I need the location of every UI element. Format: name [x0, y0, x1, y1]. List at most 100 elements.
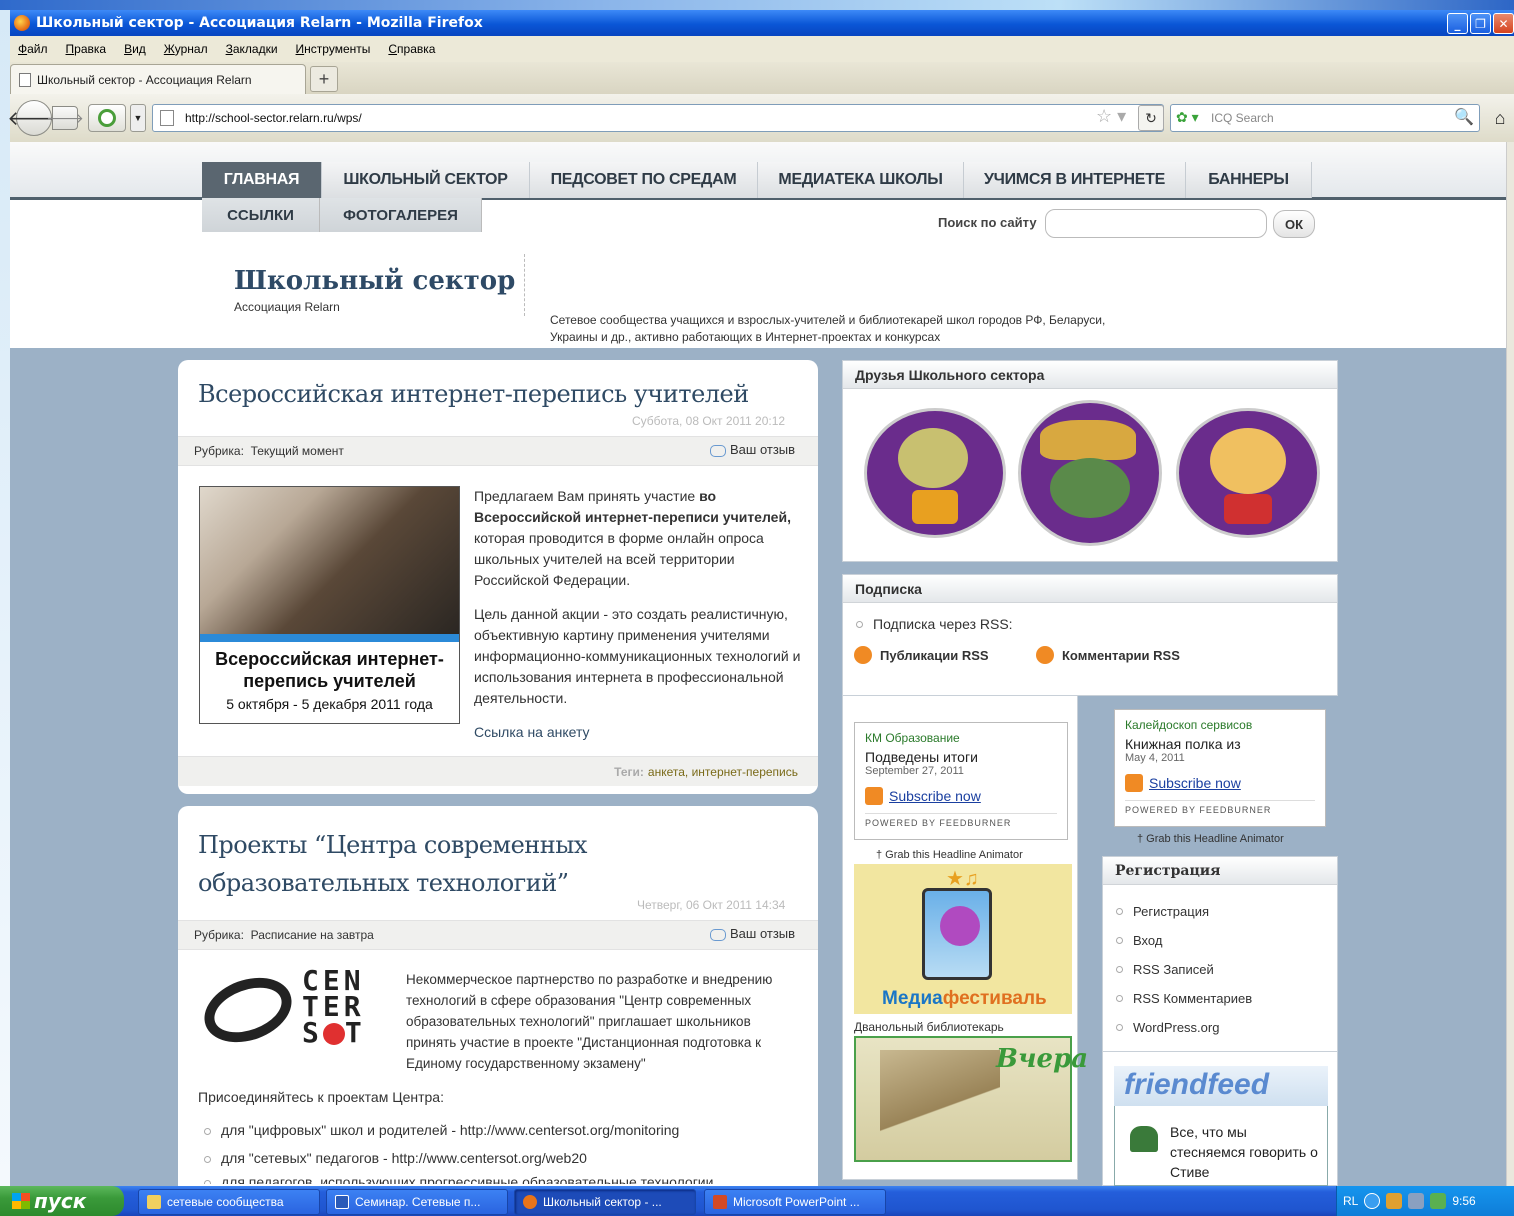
site-search-button[interactable]: ОК [1273, 210, 1315, 238]
menu-tools[interactable]: Инструменты [296, 42, 371, 56]
post-paragraph-1: Предлагаем Вам принять участие во Всерос… [474, 486, 804, 591]
download-dropdown[interactable]: ▼ [130, 104, 146, 132]
rss-icon [854, 646, 872, 664]
download-button[interactable] [88, 104, 126, 132]
reg-item[interactable]: RSS Комментариев [1116, 991, 1252, 1006]
feed-source[interactable]: КМ Образование [865, 731, 1057, 745]
menu-view[interactable]: Вид [124, 42, 146, 56]
slide-backdrop-left [0, 10, 10, 1186]
grab-animator-link[interactable]: † Grab this Headline Animator [876, 849, 1023, 861]
survey-link[interactable]: Ссылка на анкету [474, 722, 590, 743]
search-input[interactable]: ICQ Search [1170, 104, 1480, 132]
friendfeed-entry[interactable]: Все, что мы стесняемся говорить о Стиве [1170, 1122, 1320, 1184]
feed-headline[interactable]: Подведены итоги [865, 749, 1057, 765]
bullet-icon [204, 1128, 211, 1135]
nav-school-sector[interactable]: ШКОЛЬНЫЙ СЕКТОР [322, 162, 530, 198]
list-item: для "цифровых" школ и родителей - http:/… [204, 1120, 679, 1141]
reply-link[interactable]: Ваш отзыв [710, 442, 795, 457]
folder-icon [147, 1195, 161, 1209]
dvanon-caption[interactable]: Дванольный библиотекарь [854, 1020, 1004, 1034]
reg-item[interactable]: RSS Записей [1116, 962, 1214, 977]
comments-rss-link[interactable]: Комментарии RSS [1036, 646, 1180, 664]
site-identity-icon[interactable] [160, 110, 174, 126]
taskbar-item[interactable]: Семинар. Сетевые п... [326, 1189, 508, 1215]
reg-item[interactable]: Вход [1116, 933, 1162, 948]
rubric-link-2[interactable]: Расписание на завтра [251, 928, 374, 942]
scrollbar[interactable] [1506, 142, 1514, 1186]
subscribe-link[interactable]: Subscribe now [865, 787, 1057, 805]
menu-file[interactable]: Файл [18, 42, 48, 56]
tray-network-icon[interactable] [1408, 1193, 1425, 1209]
bookmark-star-icon[interactable]: ☆ ▾ [1096, 106, 1126, 127]
forward-button[interactable]: 🡒 [46, 106, 84, 130]
posts-rss-link[interactable]: Публикации RSS [854, 646, 989, 664]
icq-flower-icon[interactable]: ✿ ▾ [1176, 109, 1199, 126]
language-indicator[interactable]: RL [1343, 1194, 1358, 1208]
cartoon-girl-icon [1210, 428, 1286, 494]
tags-label: Теги: [614, 764, 644, 779]
post-title[interactable]: Всероссийская интернет-перепись учителей [198, 380, 749, 408]
menu-bookmarks[interactable]: Закладки [226, 42, 278, 56]
new-tab-button[interactable]: + [310, 66, 338, 92]
home-icon[interactable]: ⌂ [1486, 104, 1514, 132]
reload-button[interactable]: ↻ [1138, 105, 1164, 131]
search-icon[interactable]: 🔍 [1454, 107, 1474, 127]
nav-learn-online[interactable]: УЧИМСЯ В ИНТЕРНЕТЕ [964, 162, 1186, 198]
taskbar-item[interactable]: Школьный сектор - ... [514, 1189, 696, 1215]
maximize-button[interactable]: ❐ [1470, 13, 1491, 34]
item-text[interactable]: для "сетевых" педагогов - http://www.cen… [221, 1150, 587, 1166]
nav-links[interactable]: ССЫЛКИ [202, 198, 320, 232]
post-tags: Теги: анкета, интернет-перепись [178, 756, 818, 786]
clock: 9:56 [1452, 1194, 1476, 1208]
menu-edit[interactable]: Правка [66, 42, 107, 56]
url-bar[interactable]: http://school-sector.relarn.ru/wps/ [152, 104, 1164, 132]
post-title-2[interactable]: Проекты “Центра современных образователь… [198, 826, 798, 902]
reg-item[interactable]: WordPress.org [1116, 1020, 1219, 1035]
list-item: для "сетевых" педагогов - http://www.cen… [204, 1148, 587, 1169]
feedburner-widget-2: Калейдоскоп сервисов Книжная полка из Ma… [1114, 709, 1326, 827]
taskbar-item-label: Школьный сектор - ... [543, 1195, 662, 1209]
friendfeed-logo[interactable]: friendfeed [1124, 1068, 1269, 1102]
reg-item[interactable]: Регистрация [1116, 904, 1209, 919]
site-logo-subtitle: Ассоциация Relarn [234, 300, 340, 314]
tray-arrow-icon[interactable] [1364, 1193, 1381, 1209]
user-avatar[interactable] [1130, 1126, 1158, 1152]
nav-banners[interactable]: БАННЕРЫ [1186, 162, 1312, 198]
reply-link-2[interactable]: Ваш отзыв [710, 926, 795, 941]
item-text[interactable]: для педагогов, использующих прогрессивны… [221, 1174, 713, 1184]
minimize-button[interactable]: _ [1447, 13, 1468, 34]
menu-history[interactable]: Журнал [164, 42, 208, 56]
post-date-2: Четверг, 06 Окт 2011 14:34 [637, 898, 786, 912]
taskbar-item[interactable]: Microsoft PowerPoint ... [704, 1189, 886, 1215]
tray-icq-icon[interactable] [1386, 1193, 1403, 1209]
site-search-input[interactable] [1045, 209, 1267, 238]
feed-source[interactable]: Калейдоскоп сервисов [1125, 718, 1315, 732]
feed-headline[interactable]: Книжная полка из [1125, 736, 1315, 752]
tags-links[interactable]: анкета, интернет-перепись [648, 765, 798, 779]
census-banner-dates: 5 октября - 5 декабря 2011 года [226, 696, 433, 712]
browser-tab[interactable]: Школьный сектор - Ассоциация Relarn [10, 64, 306, 94]
taskbar-item[interactable]: сетевые сообщества [138, 1189, 320, 1215]
grab-animator-link[interactable]: † Grab this Headline Animator [1137, 833, 1284, 845]
window-titlebar: Школьный сектор - Ассоциация Relarn - Mo… [10, 10, 1514, 36]
bullet-icon [1116, 966, 1123, 973]
nav-photogallery[interactable]: ФОТОГАЛЕРЕЯ [320, 198, 482, 232]
site-logo[interactable]: Школьный сектор [234, 266, 515, 296]
firefox-icon [14, 15, 30, 31]
close-button[interactable]: ✕ [1493, 13, 1514, 34]
nav-mediateka[interactable]: МЕДИАТЕКА ШКОЛЫ [758, 162, 964, 198]
bullet-icon [1116, 995, 1123, 1002]
post2-join: Присоединяйтесь к проектам Центра: [198, 1089, 444, 1105]
tray-app-icon[interactable] [1430, 1193, 1447, 1209]
menu-help[interactable]: Справка [388, 42, 435, 56]
red-dot-icon [322, 1023, 345, 1045]
subscribe-link[interactable]: Subscribe now [1125, 774, 1315, 792]
nav-home[interactable]: ГЛАВНАЯ [202, 162, 322, 198]
feedburner-widget-1: КМ Образование Подведены итоги September… [854, 722, 1068, 840]
rubric-link[interactable]: Текущий момент [251, 444, 344, 458]
item-text[interactable]: для "цифровых" школ и родителей - http:/… [221, 1122, 679, 1138]
subscription-title: Подписка [843, 575, 1337, 603]
census-banner-stripe [200, 634, 459, 642]
nav-pedsovet[interactable]: ПЕДСОВЕТ ПО СРЕДАМ [530, 162, 758, 198]
rss-subscribe-label: Подписка через RSS: [856, 616, 1013, 632]
